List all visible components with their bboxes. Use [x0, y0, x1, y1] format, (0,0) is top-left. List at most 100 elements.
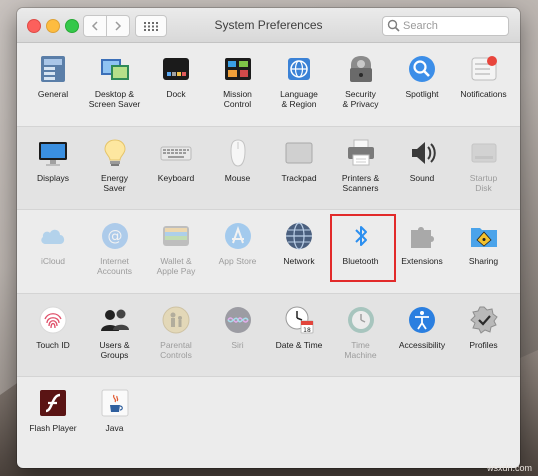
pane-energy[interactable]: Energy Saver — [84, 137, 146, 193]
pane-label: Sharing — [468, 256, 499, 266]
pane-label: Energy Saver — [101, 172, 128, 193]
mission-control-icon — [222, 53, 254, 85]
pane-wallet[interactable]: Wallet & Apple Pay — [145, 220, 207, 276]
pane-printers[interactable]: Printers & Scanners — [330, 137, 392, 193]
pane-label: Wallet & Apple Pay — [156, 256, 196, 276]
pane-sound[interactable]: Sound — [391, 137, 453, 183]
pane-flash[interactable]: Flash Player — [22, 387, 84, 433]
energy-saver-icon — [99, 137, 131, 169]
dock-icon — [160, 53, 192, 85]
displays-icon — [37, 137, 69, 169]
pane-label: Startup Disk — [469, 172, 498, 193]
java-icon — [99, 387, 131, 419]
pane-label: iCloud — [40, 256, 66, 266]
pane-label: Trackpad — [281, 172, 317, 183]
pane-dock[interactable]: Dock — [145, 53, 207, 99]
search-icon — [387, 19, 400, 32]
touch-id-icon — [37, 304, 69, 336]
pane-network[interactable]: Network — [268, 220, 330, 266]
pane-label: Spotlight — [405, 89, 439, 99]
titlebar: System Preferences — [17, 8, 520, 43]
bluetooth-icon — [345, 220, 377, 252]
pane-label: Internet Accounts — [97, 256, 132, 276]
pane-startup[interactable]: Startup Disk — [453, 137, 515, 193]
pane-internet[interactable]: @ Internet Accounts — [84, 220, 146, 276]
system-preferences-window: System Preferences General Desktop & Scre… — [17, 8, 520, 468]
keyboard-icon — [160, 137, 192, 169]
pane-spotlight[interactable]: Spotlight — [391, 53, 453, 99]
pane-label: Security & Privacy — [342, 89, 379, 109]
pane-users[interactable]: Users & Groups — [84, 304, 146, 360]
language-region-icon — [283, 53, 315, 85]
pane-label: Sound — [409, 172, 435, 183]
mouse-icon — [222, 137, 254, 169]
pane-label: General — [37, 89, 69, 99]
icloud-icon — [37, 220, 69, 252]
extensions-icon — [406, 220, 438, 252]
pane-label: Dock — [166, 89, 186, 99]
pane-trackpad[interactable]: Trackpad — [268, 137, 330, 183]
pane-extensions[interactable]: Extensions — [391, 220, 453, 266]
pane-timemachine[interactable]: Time Machine — [330, 304, 392, 360]
pane-label: App Store — [218, 256, 257, 266]
pane-label: Language & Region — [280, 89, 318, 109]
flash-player-icon — [37, 387, 69, 419]
pane-profiles[interactable]: Profiles — [453, 304, 515, 350]
internet-accounts-icon: @ — [99, 220, 131, 252]
pane-icloud[interactable]: iCloud — [22, 220, 84, 266]
startup-disk-icon — [468, 137, 500, 169]
pane-label: Notifications — [460, 89, 507, 99]
pane-displays[interactable]: Displays — [22, 137, 84, 183]
pane-label: Network — [283, 256, 315, 266]
spotlight-icon — [406, 53, 438, 85]
pane-label: Profiles — [469, 339, 498, 350]
printers-scanners-icon — [345, 137, 377, 169]
pane-keyboard[interactable]: Keyboard — [145, 137, 207, 183]
pane-mouse[interactable]: Mouse — [207, 137, 269, 183]
pane-touchid[interactable]: Touch ID — [22, 304, 84, 350]
pane-java[interactable]: Java — [84, 387, 146, 433]
parental-controls-icon — [160, 304, 192, 336]
network-icon — [283, 220, 315, 252]
security-privacy-icon — [345, 53, 377, 85]
pane-accessibility[interactable]: Accessibility — [391, 304, 453, 350]
pane-label: Flash Player — [29, 423, 77, 433]
search-box[interactable] — [382, 16, 509, 36]
pane-label: Touch ID — [36, 339, 70, 350]
pane-parental[interactable]: Parental Controls — [145, 304, 207, 360]
pane-language[interactable]: Language & Region — [268, 53, 330, 109]
preferences-grid: General Desktop & Screen Saver Dock Mission… — [17, 43, 520, 460]
pane-section: General Desktop & Screen Saver Dock Mission… — [17, 43, 520, 127]
pane-datetime[interactable]: 18 Date & Time — [268, 304, 330, 350]
app-store-icon — [222, 220, 254, 252]
pane-desktop[interactable]: Desktop & Screen Saver — [84, 53, 146, 109]
pane-bluetooth[interactable]: Bluetooth — [330, 220, 392, 266]
pane-section: Displays Energy Saver Keyboard Mouse Trackpa… — [17, 126, 520, 210]
svg-text:18: 18 — [303, 327, 311, 334]
pane-section: iCloud @ Internet Accounts Wallet & Apple P… — [17, 210, 520, 294]
desktop-screensaver-icon — [99, 53, 131, 85]
pane-label: Java — [105, 423, 124, 433]
pane-appstore[interactable]: App Store — [207, 220, 269, 266]
pane-security[interactable]: Security & Privacy — [330, 53, 392, 109]
pane-label: Parental Controls — [160, 339, 192, 360]
accessibility-icon — [406, 304, 438, 336]
pane-label: Siri — [231, 339, 244, 350]
pane-siri[interactable]: Siri — [207, 304, 269, 350]
pane-label: Accessibility — [398, 339, 446, 350]
svg-text:@: @ — [107, 227, 122, 245]
siri-icon — [222, 304, 254, 336]
pane-label: Keyboard — [157, 172, 195, 183]
search-input[interactable] — [401, 18, 503, 34]
wallet-icon — [160, 220, 192, 252]
pane-label: Desktop & Screen Saver — [88, 89, 141, 109]
pane-label: Mouse — [224, 172, 251, 183]
profiles-icon — [468, 304, 500, 336]
pane-general[interactable]: General — [22, 53, 84, 99]
notifications-icon — [468, 53, 500, 85]
pane-label: Bluetooth — [342, 256, 379, 266]
pane-mission[interactable]: Mission Control — [207, 53, 269, 109]
pane-label: Time Machine — [344, 339, 377, 360]
pane-sharing[interactable]: Sharing — [453, 220, 515, 266]
pane-notifications[interactable]: Notifications — [453, 53, 515, 99]
